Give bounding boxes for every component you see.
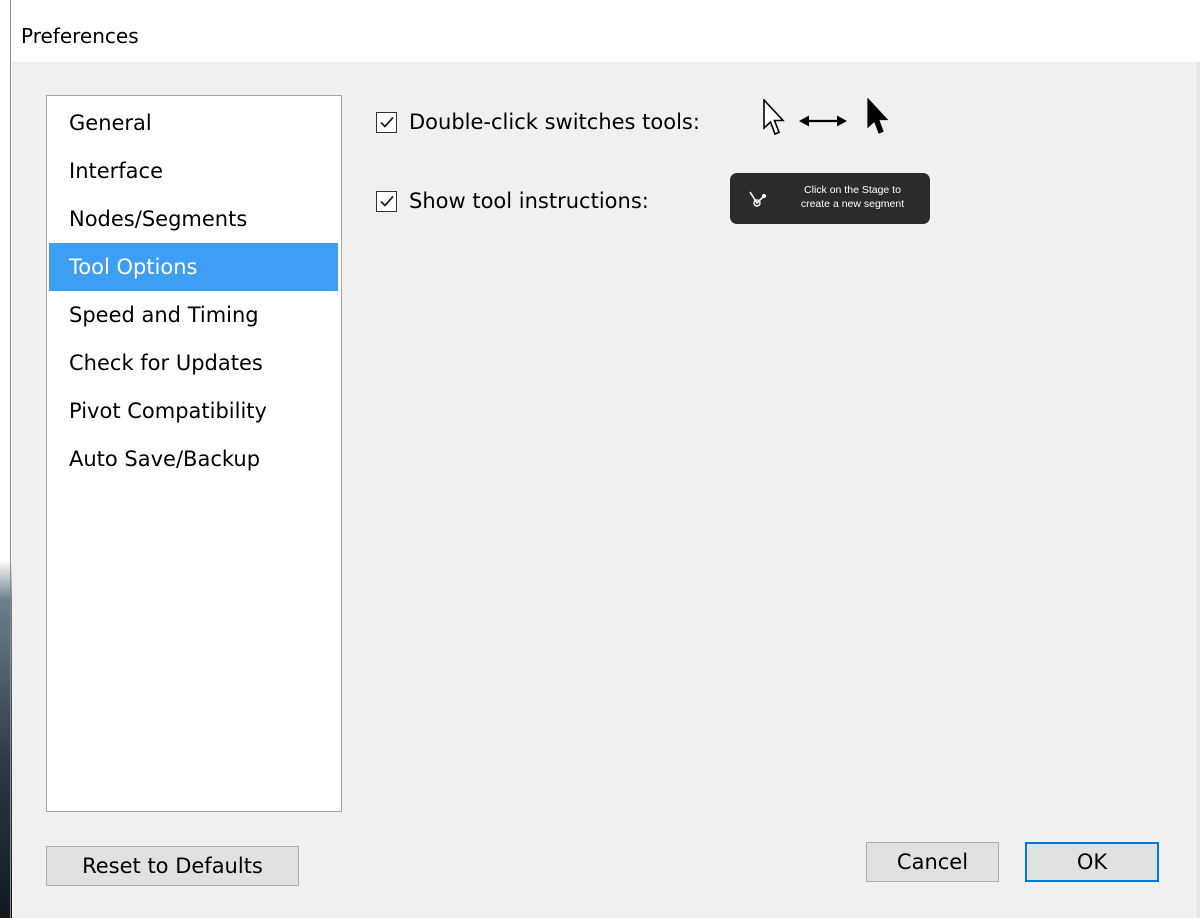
tooltip-line-2: create a new segment [800,198,905,210]
category-item-interface[interactable]: Interface [49,147,338,195]
tooltip-text: Click on the Stage to create a new segme… [780,183,925,211]
category-item-nodes-segments[interactable]: Nodes/Segments [49,195,338,243]
checkmark-icon [379,116,394,128]
tool-instructions-option[interactable]: Show tool instructions: [376,185,649,217]
title-bar[interactable]: Preferences [11,0,1200,62]
double-arrow-icon [799,115,847,127]
tool-instructions-preview: Click on the Stage to create a new segme… [730,173,930,224]
double-click-option[interactable]: Double-click switches tools: [376,106,700,138]
double-click-label: Double-click switches tools: [409,110,700,134]
tool-instructions-label: Show tool instructions: [409,189,649,213]
segment-tool-icon [749,191,766,207]
black-arrow-cursor-icon [867,98,889,134]
tool-instructions-checkbox[interactable] [376,190,397,212]
preferences-dialog: Preferences General Interface Nodes/Segm… [0,0,1200,918]
double-click-checkbox[interactable] [376,111,397,133]
cursor-switch-preview [760,98,895,140]
ok-button[interactable]: OK [1025,842,1159,882]
category-item-general[interactable]: General [49,99,338,147]
white-arrow-cursor-icon [763,99,785,136]
reset-to-defaults-button[interactable]: Reset to Defaults [46,846,299,886]
cancel-button[interactable]: Cancel [866,842,999,882]
dialog-left-border [10,0,11,918]
category-list[interactable]: General Interface Nodes/Segments Tool Op… [46,95,342,812]
category-item-pivot-compatibility[interactable]: Pivot Compatibility [49,387,338,435]
category-item-check-for-updates[interactable]: Check for Updates [49,339,338,387]
category-item-tool-options[interactable]: Tool Options [49,243,338,291]
category-item-speed-and-timing[interactable]: Speed and Timing [49,291,338,339]
checkmark-icon [379,195,394,207]
tooltip-line-1: Click on the Stage to [804,184,901,196]
dialog-title: Preferences [21,24,139,48]
category-item-auto-save-backup[interactable]: Auto Save/Backup [49,435,338,483]
